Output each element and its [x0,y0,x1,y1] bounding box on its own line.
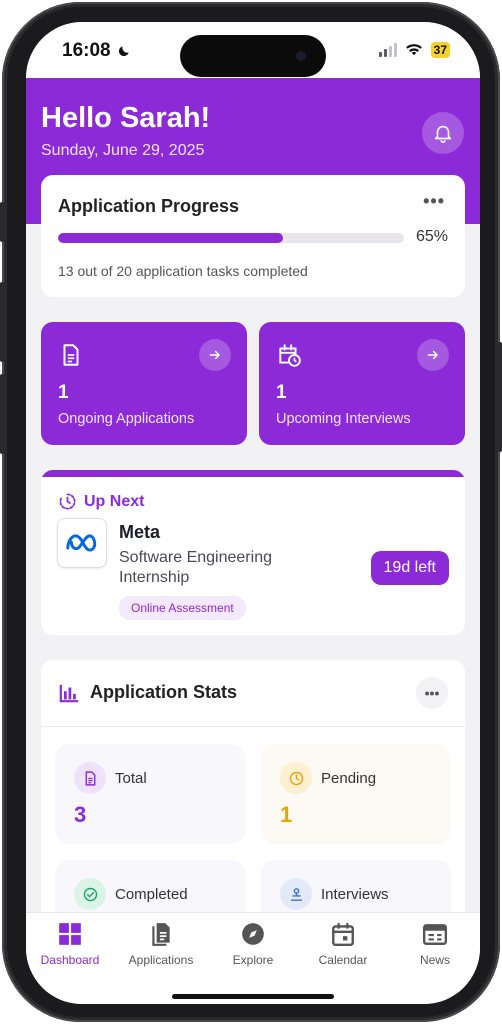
progress-more-button[interactable]: ••• [423,191,445,212]
stat-completed-icon-wrap [74,878,106,910]
clock-icon [289,771,303,785]
nav-applications[interactable]: Applications [116,921,206,967]
stat-total-icon-wrap [74,762,106,794]
days-left-badge: 19d left [370,551,449,585]
stat-interviews-label: Interviews [321,886,389,903]
notifications-button[interactable] [422,112,464,154]
stat-total-value: 3 [74,802,87,827]
stats-more-button[interactable]: ••• [416,677,448,709]
volume-down-button [0,374,4,454]
company-logo [57,518,107,568]
stat-pending-label: Pending [321,770,377,787]
progress-bar [58,233,404,243]
application-progress-card: Application Progress ••• 65% 13 out of 2… [41,175,465,297]
newspaper-icon [422,924,448,945]
nav-news[interactable]: News [390,921,480,967]
arrow-right-icon [209,350,220,360]
calendar-clock-icon [279,344,301,367]
nav-calendar-label: Calendar [318,953,368,967]
current-date: Sunday, June 29, 2025 [41,142,205,159]
ongoing-count: 1 [58,382,69,403]
stat-total[interactable]: Total 3 [55,744,245,844]
dashboard-icon [59,923,81,945]
wifi-icon [405,44,422,56]
role-title: Software Engineering Internship [119,549,272,586]
nav-explore[interactable]: Explore [208,921,298,967]
power-button [498,342,502,452]
up-next-heading-text: Up Next [84,492,145,510]
ongoing-label: Ongoing Applications [58,411,195,427]
document-icon [63,344,79,366]
interviews-count: 1 [276,382,287,403]
bar-chart-icon [59,684,79,702]
action-button [0,202,4,242]
calendar-icon [332,923,354,947]
progress-title: Application Progress [58,196,240,216]
dynamic-island [180,35,326,77]
progress-bar-fill [58,233,283,243]
stat-completed-label: Completed [115,886,188,903]
stat-pending[interactable]: Pending 1 [261,744,451,844]
stat-interviews-icon-wrap [280,878,312,910]
stats-title: Application Stats [90,682,238,702]
status-indicators: 37 [378,42,450,58]
phone-frame: 16:08 37 Hello Sarah! Sunday, June 29, 2… [0,2,502,1022]
progress-percent: 65% [415,228,448,245]
bottom-nav: Dashboard Applications Explore Calendar … [26,912,480,1004]
status-time: 16:08 [62,40,131,62]
up-next-heading: Up Next [58,492,144,511]
up-next-card[interactable]: Up Next Meta Software Engineering Intern… [41,470,465,635]
company-name: Meta [119,522,161,542]
app-screen: 16:08 37 Hello Sarah! Sunday, June 29, 2… [26,22,480,1004]
time-text: 16:08 [62,40,111,61]
nav-dashboard[interactable]: Dashboard [26,921,115,967]
battery-indicator: 37 [430,42,450,58]
stats-heading: Application Stats [58,682,237,703]
interview-icon [290,887,302,901]
document-icon [85,770,95,786]
nav-news-label: News [419,953,450,967]
moon-icon [118,46,129,57]
check-circle-icon [83,887,97,901]
compass-icon [242,923,264,945]
stat-pending-value: 1 [280,802,293,827]
ongoing-arrow-button[interactable] [199,339,231,371]
volume-up-button [0,282,4,362]
nav-applications-label: Applications [128,953,194,967]
meta-logo-icon [66,534,97,552]
progress-subtitle: 13 out of 20 application tasks completed [58,263,308,279]
stat-pending-icon-wrap [280,762,312,794]
applications-icon [152,923,170,946]
bell-icon [434,125,452,143]
interviews-label: Upcoming Interviews [276,411,411,427]
nav-dashboard-label: Dashboard [40,953,100,967]
status-bar: 16:08 37 [26,22,480,78]
nav-explore-label: Explore [232,953,274,967]
history-clock-icon [59,493,76,510]
stat-total-label: Total [115,770,147,787]
up-next-accent [41,470,465,477]
nav-calendar[interactable]: Calendar [298,921,388,967]
home-indicator [172,994,334,999]
stats-divider [41,726,465,727]
signal-icon [378,43,397,57]
interviews-arrow-button[interactable] [417,339,449,371]
greeting-title: Hello Sarah! [41,102,211,134]
ongoing-applications-tile[interactable]: 1 Ongoing Applications [41,322,247,445]
stage-tag: Online Assessment [119,596,246,620]
arrow-right-icon [427,350,438,360]
upcoming-interviews-tile[interactable]: 1 Upcoming Interviews [259,322,465,445]
